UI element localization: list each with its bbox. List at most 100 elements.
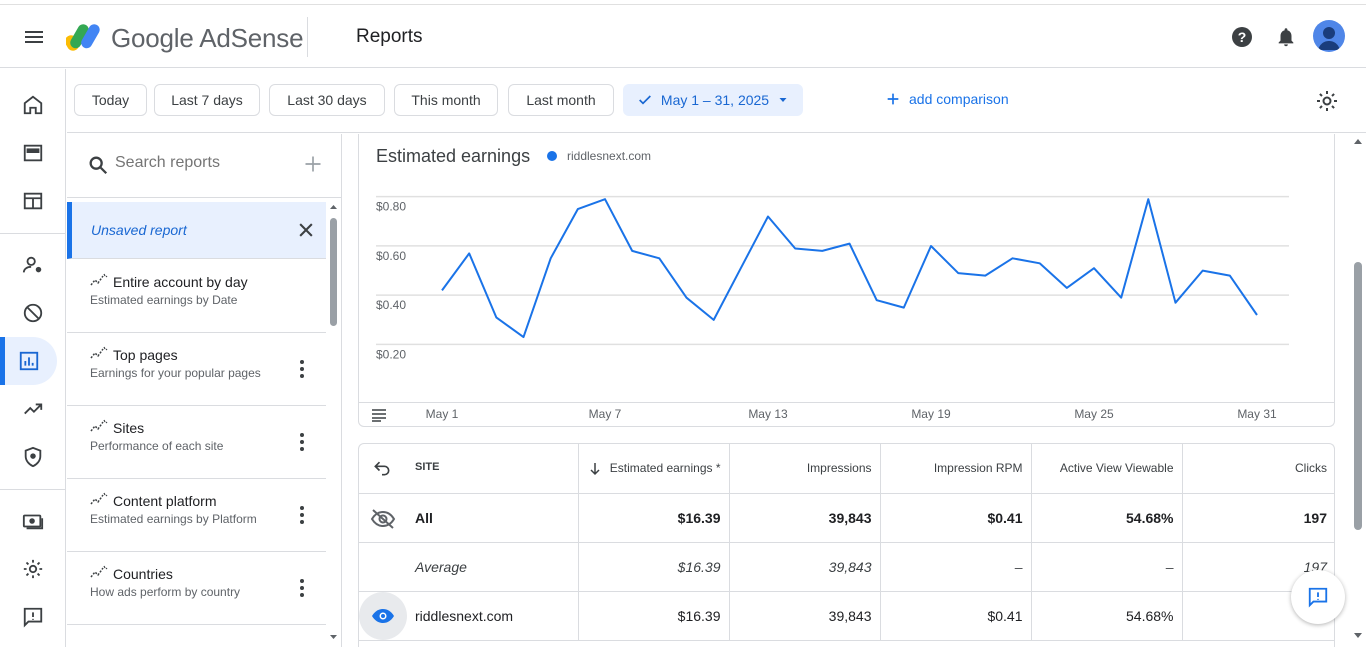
chip-last-7-days[interactable]: Last 7 days bbox=[154, 84, 260, 116]
table-header-row: SITE Estimated earnings * Impressions Im… bbox=[359, 444, 1334, 494]
payments-icon bbox=[22, 514, 44, 530]
page-title: Reports bbox=[356, 26, 423, 47]
search-icon bbox=[89, 156, 108, 175]
report-subtitle: Estimated earnings by Date bbox=[90, 293, 238, 307]
search-reports-input[interactable] bbox=[115, 154, 295, 172]
report-item-sites[interactable]: Sites Performance of each site bbox=[67, 406, 326, 479]
report-main-area: Estimated earnings riddlesnext.com $0.20… bbox=[343, 134, 1366, 647]
nav-ads[interactable] bbox=[0, 129, 66, 177]
undo-arrow-icon[interactable] bbox=[372, 458, 392, 478]
column-header-estimated-earnings[interactable]: Estimated earnings * bbox=[578, 444, 730, 494]
y-tick-label: $0.20 bbox=[376, 347, 406, 361]
table-row-site[interactable]: riddlesnext.com $16.39 39,843 $0.41 54.6… bbox=[359, 591, 1334, 641]
report-title: Top pages bbox=[113, 347, 178, 363]
site-cell: Average bbox=[359, 542, 579, 592]
y-tick-label: $0.40 bbox=[376, 298, 406, 312]
report-title: Content platform bbox=[113, 493, 217, 509]
plus-icon bbox=[887, 93, 899, 105]
more-vert-icon[interactable] bbox=[295, 504, 309, 526]
add-report-plus-icon[interactable] bbox=[303, 154, 323, 174]
adsense-logo-icon bbox=[66, 24, 100, 51]
chip-this-month[interactable]: This month bbox=[394, 84, 498, 116]
report-item-entire-account[interactable]: Entire account by day Estimated earnings… bbox=[67, 260, 326, 333]
auto-graph-icon bbox=[90, 273, 108, 286]
close-icon[interactable] bbox=[296, 220, 316, 240]
table-row-all[interactable]: All $16.39 39,843 $0.41 54.68% 197 bbox=[359, 493, 1334, 543]
nav-feedback[interactable] bbox=[0, 593, 66, 641]
auto-graph-icon bbox=[90, 492, 108, 505]
more-vert-icon[interactable] bbox=[295, 358, 309, 380]
gear-icon bbox=[23, 559, 43, 579]
more-vert-icon[interactable] bbox=[295, 577, 309, 599]
report-title: Countries bbox=[113, 566, 173, 582]
date-range-bar: Today Last 7 days Last 30 days This mont… bbox=[67, 69, 1366, 133]
nav-blocking-controls[interactable] bbox=[0, 289, 66, 337]
person-icon bbox=[1318, 27, 1340, 50]
table-row-average: Average $16.39 39,843 – – 197 bbox=[359, 542, 1334, 592]
column-header-impression-rpm[interactable]: Impression RPM bbox=[880, 444, 1032, 494]
main-scroll-down-arrow-icon[interactable] bbox=[1353, 632, 1363, 640]
legend-marker bbox=[547, 151, 557, 161]
rpm-cell: $0.41 bbox=[880, 493, 1032, 543]
column-header-site[interactable]: SITE bbox=[359, 444, 579, 494]
chip-last-month[interactable]: Last month bbox=[508, 84, 614, 116]
home-icon bbox=[23, 95, 43, 115]
visibility-off-icon[interactable] bbox=[370, 508, 396, 530]
report-title: Sites bbox=[113, 420, 145, 436]
help-icon[interactable]: ? bbox=[1230, 25, 1254, 49]
y-tick-label: $0.60 bbox=[376, 249, 406, 263]
nav-reports[interactable] bbox=[0, 337, 57, 385]
account-avatar[interactable] bbox=[1313, 20, 1345, 52]
date-range-selector[interactable]: May 1 – 31, 2025 bbox=[623, 84, 803, 116]
top-app-bar: Google AdSense Reports ? bbox=[0, 4, 1366, 68]
nav-payments[interactable] bbox=[0, 497, 66, 545]
add-comparison-button[interactable]: add comparison bbox=[885, 91, 1009, 107]
auto-graph-icon bbox=[90, 565, 108, 578]
table-toggle-icon[interactable] bbox=[371, 408, 387, 422]
impressions-cell: 39,843 bbox=[729, 493, 881, 543]
app-name: Google AdSense bbox=[111, 23, 304, 53]
column-header-impressions[interactable]: Impressions bbox=[729, 444, 881, 494]
nav-home[interactable] bbox=[0, 81, 66, 129]
chip-today[interactable]: Today bbox=[74, 84, 147, 116]
site-cell: All bbox=[359, 493, 579, 543]
reports-scrollbar-thumb[interactable] bbox=[330, 218, 337, 326]
nav-sites[interactable] bbox=[0, 177, 66, 225]
series-line-riddlesnext[interactable] bbox=[441, 198, 1258, 339]
nav-settings[interactable] bbox=[0, 545, 66, 593]
dropdown-arrow-icon bbox=[779, 98, 787, 102]
column-header-clicks[interactable]: Clicks bbox=[1182, 444, 1334, 494]
unsaved-report-item[interactable]: Unsaved report bbox=[67, 202, 326, 259]
nav-policy-center[interactable] bbox=[0, 433, 66, 481]
auto-graph-icon bbox=[90, 419, 108, 432]
main-scrollbar-thumb[interactable] bbox=[1354, 262, 1362, 530]
nav-optimization[interactable] bbox=[0, 385, 66, 433]
viewable-cell: – bbox=[1031, 542, 1183, 592]
site-name: riddlesnext.com bbox=[415, 607, 514, 624]
impressions-cell: 39,843 bbox=[729, 591, 881, 641]
saved-reports-panel: Unsaved report Entire account by day Est… bbox=[67, 134, 342, 647]
bar-chart-icon bbox=[19, 351, 38, 371]
report-settings-gear-icon[interactable] bbox=[1315, 89, 1339, 113]
visibility-eye-icon[interactable] bbox=[371, 607, 395, 625]
column-header-active-view[interactable]: Active View Viewable bbox=[1031, 444, 1183, 494]
clicks-cell: 197 bbox=[1182, 493, 1334, 543]
more-vert-icon[interactable] bbox=[295, 431, 309, 453]
site-name: All bbox=[415, 509, 433, 526]
report-item-content-platform[interactable]: Content platform Estimated earnings by P… bbox=[67, 479, 326, 552]
rpm-cell: $0.41 bbox=[880, 591, 1032, 641]
nav-privacy-messaging[interactable] bbox=[0, 241, 66, 289]
chip-last-30-days[interactable]: Last 30 days bbox=[269, 84, 385, 116]
auto-graph-icon bbox=[90, 346, 108, 359]
report-item-countries[interactable]: Countries How ads perform by country bbox=[67, 552, 326, 625]
report-item-top-pages[interactable]: Top pages Earnings for your popular page… bbox=[67, 333, 326, 406]
notifications-bell-icon[interactable] bbox=[1275, 26, 1297, 48]
nav-divider bbox=[0, 233, 66, 234]
earnings-chart-card: Estimated earnings riddlesnext.com $0.20… bbox=[358, 134, 1335, 427]
block-icon bbox=[23, 303, 43, 323]
feedback-icon bbox=[1308, 587, 1328, 608]
main-scroll-up-arrow-icon[interactable] bbox=[1353, 137, 1363, 145]
feedback-fab-button[interactable] bbox=[1291, 570, 1345, 624]
hamburger-menu-icon[interactable] bbox=[22, 25, 46, 49]
report-title: Entire account by day bbox=[113, 274, 248, 290]
